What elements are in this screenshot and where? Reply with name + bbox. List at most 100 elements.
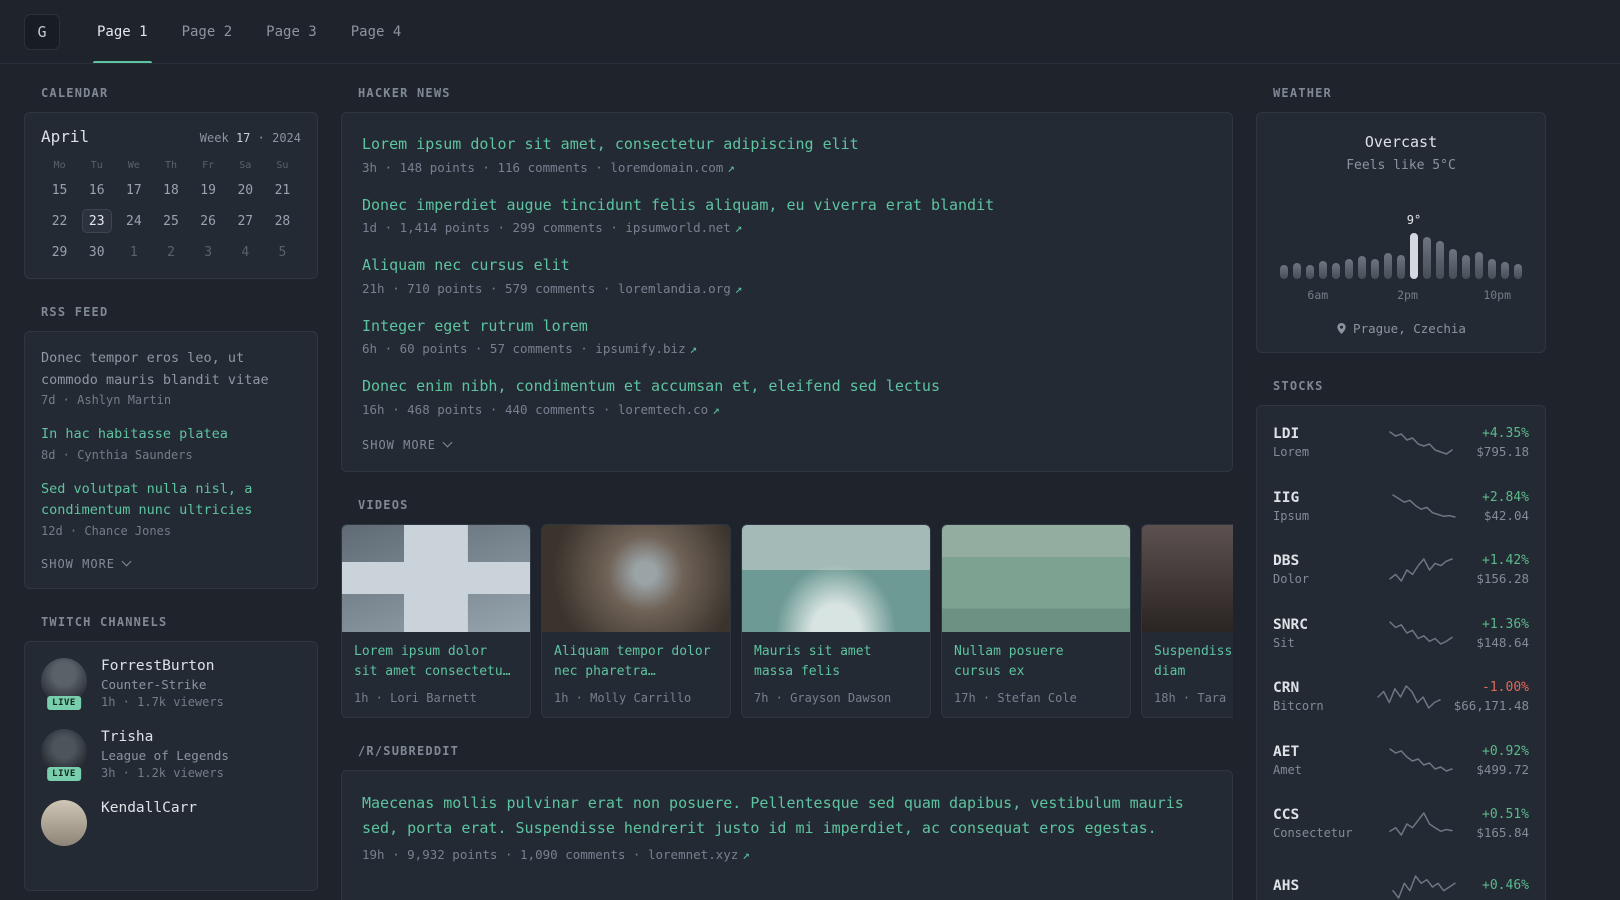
- story-title[interactable]: Donec enim nibh, condimentum et accumsan…: [362, 375, 1212, 398]
- section-stocks: STOCKS LDI Lorem +4.35% $795.18 IIG Ipsu…: [1256, 379, 1546, 900]
- story-meta: 6h · 60 points · 57 comments · ipsumify.…: [362, 341, 1212, 356]
- stock-change: +4.35%: [1482, 426, 1529, 442]
- stock-change: -1.00%: [1482, 680, 1529, 696]
- stock-row[interactable]: AET Amet +0.92% $499.72: [1273, 729, 1529, 793]
- hackernews-show-more-button[interactable]: SHOW MORE: [362, 438, 453, 452]
- calendar-day: 21: [274, 182, 291, 198]
- video-title[interactable]: Aliquam tempor dolor nec pharetra…: [554, 642, 718, 682]
- story-title[interactable]: Aliquam nec cursus elit: [362, 254, 1212, 277]
- calendar-day: 23: [81, 209, 112, 233]
- section-title-videos: VIDEOS: [358, 497, 409, 512]
- weather-location: Prague, Czechia: [1271, 321, 1531, 336]
- weather-time-axis: 6am 2pm 10pm: [1271, 288, 1531, 303]
- story-title[interactable]: Lorem ipsum dolor sit amet, consectetur …: [362, 133, 1212, 156]
- stock-id: AHS: [1273, 878, 1365, 897]
- section-title-weather: WEATHER: [1273, 86, 1332, 100]
- tab-page-2[interactable]: Page 2: [165, 0, 250, 63]
- stock-row[interactable]: LDI Lorem +4.35% $795.18: [1273, 411, 1529, 475]
- story-domain-link[interactable]: ipsumify.biz ↗: [595, 341, 697, 356]
- calendar-day: 24: [126, 213, 142, 229]
- video-title[interactable]: Mauris sit amet massa felis: [754, 642, 918, 682]
- stock-symbol: DBS: [1273, 553, 1300, 570]
- stock-change: +0.46%: [1482, 878, 1529, 894]
- story-title[interactable]: Donec imperdiet augue tincidunt felis al…: [362, 194, 1212, 217]
- rss-item-title[interactable]: In hac habitasse platea: [41, 424, 301, 446]
- app-logo: G: [24, 13, 60, 50]
- twitch-channel-row[interactable]: KendallCarr: [41, 799, 301, 846]
- stock-row[interactable]: AHS +0.46%: [1273, 856, 1529, 900]
- channel-avatar: LIVE: [41, 728, 87, 781]
- stock-row[interactable]: CRN Bitcorn -1.00% $66,171.48: [1273, 665, 1529, 729]
- post-title[interactable]: Maecenas mollis pulvinar erat non posuer…: [362, 791, 1212, 841]
- weather-condition: Overcast: [1364, 133, 1438, 151]
- avatar: [41, 799, 87, 846]
- channel-name[interactable]: ForrestBurton: [101, 658, 224, 674]
- rss-item-title[interactable]: Donec tempor eros leo, ut commodo mauris…: [41, 348, 301, 391]
- video-title[interactable]: Nullam posuere cursus ex: [954, 642, 1118, 682]
- video-card[interactable]: Lorem ipsum dolor sit amet consectetu… 1…: [341, 523, 531, 718]
- rss-item-meta: 7d · Ashlyn Martin: [41, 393, 172, 408]
- stock-sparkline: [1373, 874, 1474, 900]
- story-meta-text: 16h · 468 points · 440 comments ·: [362, 401, 618, 417]
- story-domain-link[interactable]: loremlandia.org ↗: [618, 281, 742, 296]
- channel-meta: 3h · 1.2k viewers: [101, 765, 224, 780]
- calendar-year: 2024: [272, 131, 301, 145]
- stock-values: +0.51% $165.84: [1476, 807, 1529, 840]
- story-domain: loremdomain.com: [610, 159, 724, 175]
- channel-game: Counter-Strike: [101, 676, 207, 692]
- weather-bar: [1319, 261, 1327, 279]
- calendar-day: 18: [163, 182, 179, 198]
- weather-bar: [1293, 263, 1301, 279]
- weather-time-label: 6am: [1307, 288, 1329, 302]
- post-domain-link[interactable]: loremnet.xyz ↗: [648, 847, 750, 862]
- stock-sparkline: [1373, 493, 1474, 519]
- video-card[interactable]: Suspendisse diam 18h · Tara: [1141, 523, 1233, 718]
- live-badge: LIVE: [47, 695, 81, 710]
- rss-item-title[interactable]: Sed volutpat nulla nisl, a condimentum n…: [41, 479, 301, 522]
- twitch-channel-row[interactable]: LIVE ForrestBurton Counter-Strike 1h · 1…: [41, 657, 301, 710]
- story-title[interactable]: Integer eget rutrum lorem: [362, 315, 1212, 338]
- section-videos: VIDEOS Lorem ipsum dolor sit amet consec…: [341, 498, 1233, 718]
- stock-id: SNRC Sit: [1273, 617, 1365, 650]
- video-title[interactable]: Lorem ipsum dolor sit amet consectetu…: [354, 642, 518, 682]
- twitch-channel-row[interactable]: LIVE Trisha League of Legends 3h · 1.2k …: [41, 728, 301, 781]
- stock-row[interactable]: SNRC Sit +1.36% $148.64: [1273, 602, 1529, 666]
- channel-meta: 1h · 1.7k viewers: [101, 694, 224, 709]
- weather-bar: [1345, 259, 1353, 279]
- tab-page-1[interactable]: Page 1: [80, 0, 165, 63]
- weather-bars: 9°: [1271, 201, 1531, 279]
- video-card[interactable]: Nullam posuere cursus ex 17h · Stefan Co…: [941, 523, 1131, 718]
- video-card[interactable]: Mauris sit amet massa felis 7h · Grayson…: [741, 523, 931, 718]
- story-domain-link[interactable]: loremtech.co ↗: [618, 402, 720, 417]
- story-domain-link[interactable]: loremdomain.com ↗: [610, 160, 734, 175]
- page-tabs: Page 1 Page 2 Page 3 Page 4: [80, 0, 418, 63]
- rss-item-meta: 8d · Cynthia Saunders: [41, 447, 193, 462]
- calendar-day: 29: [51, 244, 68, 260]
- video-card[interactable]: Aliquam tempor dolor nec pharetra… 1h · …: [541, 523, 731, 718]
- video-title[interactable]: Suspendisse diam: [1154, 642, 1233, 682]
- calendar-dow: Tu: [90, 160, 103, 171]
- story-domain-link[interactable]: ipsumworld.net ↗: [625, 220, 742, 235]
- channel-name[interactable]: Trisha: [101, 729, 229, 745]
- tab-page-3[interactable]: Page 3: [249, 0, 334, 63]
- channel-game: League of Legends: [101, 747, 229, 763]
- stock-row[interactable]: DBS Dolor +1.42% $156.28: [1273, 538, 1529, 602]
- video-thumbnail: [542, 524, 730, 632]
- stock-name: Lorem: [1273, 445, 1310, 460]
- rss-show-more-button[interactable]: SHOW MORE: [41, 557, 132, 571]
- tab-page-4[interactable]: Page 4: [334, 0, 419, 63]
- stock-change: +1.36%: [1482, 616, 1529, 632]
- weather-bar: 9°: [1407, 213, 1421, 279]
- twitch-widget: LIVE ForrestBurton Counter-Strike 1h · 1…: [24, 640, 318, 891]
- stock-id: AET Amet: [1273, 744, 1365, 777]
- post-meta: 19h · 9,932 points · 1,090 comments · lo…: [362, 847, 1212, 862]
- calendar-widget: April Week 17 · 2024 Mo Tu We Th Fr Sa Su 15 16 1…: [24, 112, 318, 279]
- section-title-stocks: STOCKS: [1273, 379, 1324, 393]
- stock-row[interactable]: IIG Ipsum +2.84% $42.04: [1273, 475, 1529, 539]
- calendar-grid: Mo Tu We Th Fr Sa Su 15 16 17 18 19 20 21 22 23 24 25 26 27…: [41, 160, 301, 264]
- channel-name[interactable]: KendallCarr: [101, 800, 197, 816]
- story-item: Integer eget rutrum lorem 6h · 60 points…: [362, 315, 1212, 357]
- video-card-body: Nullam posuere cursus ex 17h · Stefan Co…: [942, 632, 1130, 717]
- stock-row[interactable]: CCS Consectetur +0.51% $165.84: [1273, 792, 1529, 856]
- stock-change: +1.42%: [1482, 553, 1529, 569]
